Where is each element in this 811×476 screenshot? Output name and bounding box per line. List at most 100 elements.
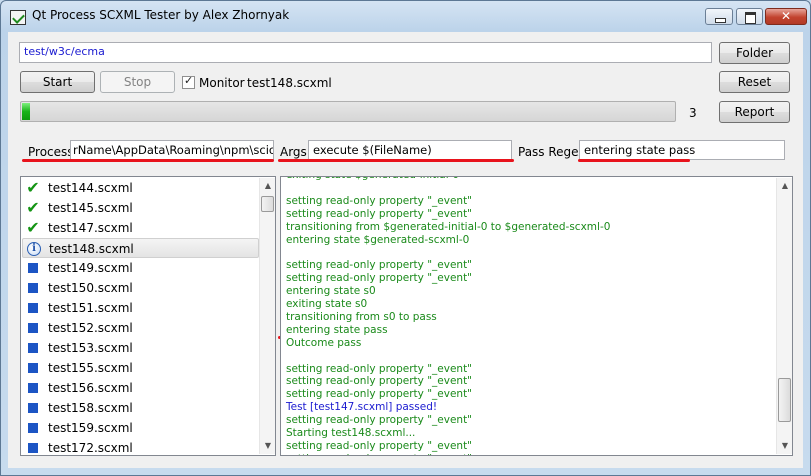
stop-button[interactable]: Stop [100, 71, 175, 93]
start-button[interactable]: Start [20, 71, 95, 93]
close-button[interactable] [765, 8, 807, 25]
test-file-name: test149.scxml [48, 261, 133, 275]
log-line: entering state pass [286, 323, 388, 336]
log-line: setting read-only property "_event" [286, 362, 473, 375]
test-file-name: test151.scxml [48, 301, 133, 315]
square-icon [26, 321, 40, 335]
test-file-name: test158.scxml [48, 401, 133, 415]
maximize-button[interactable] [736, 8, 763, 25]
square-icon [26, 341, 40, 355]
test-file-name: test153.scxml [48, 341, 133, 355]
scroll-up-arrow-icon[interactable]: ▲ [260, 178, 275, 194]
log-line: transitioning from s0 to pass [286, 310, 437, 323]
process-highlight-underline [22, 159, 274, 162]
list-item[interactable]: i test148.scxml [22, 238, 259, 258]
list-item[interactable]: test172.scxml [22, 438, 259, 455]
list-item[interactable]: test156.scxml [22, 378, 259, 398]
test-file-name: test172.scxml [48, 441, 133, 455]
log-line: exiting state $generated-initial-0 [286, 177, 459, 182]
list-item[interactable]: test152.scxml [22, 318, 259, 338]
client-area: test/w3c/ecma Folder Start Stop Monitor … [8, 32, 803, 468]
square-icon [26, 401, 40, 415]
test-file-name: test144.scxml [48, 181, 133, 195]
test-file-name: test159.scxml [48, 421, 133, 435]
title-bar[interactable]: Qt Process SCXML Tester by Alex Zhornyak [1, 1, 810, 31]
log-line: setting read-only property "_event" [286, 272, 473, 285]
list-item[interactable]: test155.scxml [22, 358, 259, 378]
args-highlight-underline [278, 159, 514, 162]
report-button[interactable]: Report [719, 101, 790, 123]
progress-count: 3 [689, 106, 697, 120]
log-line: entering state s0 [286, 285, 376, 298]
log-line: transitioning from $generated-initial-0 … [286, 220, 611, 233]
scroll-thumb[interactable] [261, 196, 274, 212]
square-icon [26, 421, 40, 435]
list-item[interactable]: test159.scxml [22, 418, 259, 438]
test-file-name: test152.scxml [48, 321, 133, 335]
pass-regex-label: Pass Regex [518, 145, 586, 159]
check-icon: ✔ [26, 178, 40, 197]
app-icon [10, 10, 26, 25]
list-item[interactable]: ✔ test145.scxml [22, 198, 259, 218]
main-window: Qt Process SCXML Tester by Alex Zhornyak… [0, 0, 811, 476]
list-item[interactable]: test153.scxml [22, 338, 259, 358]
test-file-name: test156.scxml [48, 381, 133, 395]
log-scrollbar[interactable]: ▲ ▼ [776, 178, 792, 454]
log-line: setting read-only property "_event" [286, 414, 473, 427]
square-icon [26, 441, 40, 455]
test-file-name: test150.scxml [48, 281, 133, 295]
list-item[interactable]: test158.scxml [22, 398, 259, 418]
log-line: setting read-only property "_event" [286, 194, 473, 207]
log-line: entering state $generated-scxml-0 [286, 233, 470, 246]
test-list[interactable]: ✔ test144.scxml ✔ test145.scxml ✔ test147.scx… [20, 176, 276, 456]
window-title: Qt Process SCXML Tester by Alex Zhornyak [32, 8, 290, 22]
scroll-up-arrow-icon[interactable]: ▲ [777, 178, 792, 194]
args-input[interactable]: execute $(FileName) [308, 140, 512, 160]
square-icon [26, 281, 40, 295]
info-icon: i [27, 242, 41, 256]
pass-regex-input[interactable]: entering state pass [579, 140, 785, 160]
test-file-name: test145.scxml [48, 201, 133, 215]
list-item[interactable]: test150.scxml [22, 278, 259, 298]
log-line: setting read-only property "_event" [286, 388, 473, 401]
log-output[interactable]: exiting state $generated-initial-0 settin… [280, 176, 793, 456]
list-item[interactable]: ✔ test147.scxml [22, 218, 259, 238]
test-list-scrollbar[interactable]: ▲ ▼ [259, 178, 275, 454]
log-line: setting read-only property "_event" [286, 439, 473, 452]
list-item[interactable]: test149.scxml [22, 258, 259, 278]
square-icon [26, 301, 40, 315]
scroll-thumb[interactable] [778, 378, 791, 422]
list-item[interactable]: test151.scxml [22, 298, 259, 318]
process-input[interactable]: rName\AppData\Roaming\npm\scion.cmd [70, 140, 274, 160]
square-icon [26, 361, 40, 375]
square-icon [26, 381, 40, 395]
log-line: setting read-only property "_event" [286, 453, 472, 455]
scroll-down-arrow-icon[interactable]: ▼ [777, 438, 792, 454]
current-test-file: test148.scxml [247, 76, 332, 90]
check-icon: ✔ [26, 198, 40, 217]
progress-fill [22, 103, 30, 120]
log-line: setting read-only property "_event" [286, 207, 473, 220]
square-icon [26, 261, 40, 275]
path-input[interactable]: test/w3c/ecma [19, 42, 712, 63]
monitor-checkbox[interactable] [182, 74, 195, 89]
log-line: exiting state s0 [286, 298, 368, 310]
minimize-button[interactable] [705, 8, 733, 25]
log-line: Test [test147.scxml] passed! [286, 401, 438, 414]
folder-button[interactable]: Folder [719, 42, 790, 64]
log-line: Outcome pass [286, 336, 362, 349]
monitor-label: Monitor [199, 76, 245, 90]
check-icon: ✔ [26, 218, 40, 237]
list-item[interactable]: ✔ test144.scxml [22, 178, 259, 198]
log-line: setting read-only property "_event" [286, 375, 473, 388]
pass-regex-highlight-underline [578, 159, 690, 162]
test-file-name: test147.scxml [48, 221, 133, 235]
log-line: setting read-only property "_event" [286, 259, 473, 272]
reset-button[interactable]: Reset [719, 71, 790, 93]
args-label: Args [280, 145, 307, 159]
scroll-down-arrow-icon[interactable]: ▼ [260, 438, 275, 454]
test-file-name: test148.scxml [49, 242, 134, 256]
process-label: Process [28, 145, 74, 159]
test-file-name: test155.scxml [48, 361, 133, 375]
progress-bar [20, 101, 676, 122]
